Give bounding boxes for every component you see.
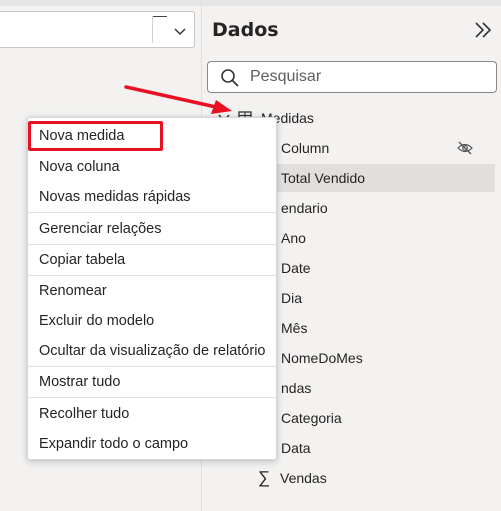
field-label: Data [281,440,311,456]
menu-item-mostrar-tudo[interactable]: Mostrar tudo [28,367,276,397]
menu-item-nova-medida[interactable]: Nova medida [28,121,276,151]
menu-item-ocultar-visualizacao[interactable]: Ocultar da visualização de relatório [28,336,276,366]
field-label: Column [281,140,330,156]
sigma-icon: ∑ [258,468,271,487]
left-top-strip [0,0,201,6]
menu-separator [28,397,276,398]
chevron-down-icon[interactable] [171,22,189,40]
field-label: endario [281,200,328,216]
search-placeholder: Pesquisar [250,68,322,85]
dropdown-bar [153,16,167,17]
dropdown-separator [152,16,153,43]
field-label: Categoria [281,410,342,426]
field-label: Mês [281,320,308,336]
collapse-pane-icon[interactable] [472,20,494,40]
measure-row[interactable]: ∑ Vendas [202,464,501,492]
search-icon [221,69,239,87]
search-input[interactable]: Pesquisar [207,61,497,93]
field-label: NomeDoMes [281,350,363,366]
eye-off-icon [457,141,473,155]
field-label: Ano [281,230,306,246]
context-menu: Nova medida Nova coluna Novas medidas rá… [27,117,277,460]
field-label: Total Vendido [281,170,366,186]
menu-item-copiar-tabela[interactable]: Copiar tabela [28,245,276,275]
left-dropdown[interactable] [0,11,195,48]
menu-separator [28,212,276,213]
menu-item-recolher-tudo[interactable]: Recolher tudo [28,399,276,429]
menu-item-expandir-todo-campo[interactable]: Expandir todo o campo [28,429,276,459]
menu-item-novas-medidas-rapidas[interactable]: Novas medidas rápidas [28,182,276,212]
field-label: Dia [281,290,303,306]
right-top-strip [202,0,501,6]
field-label: Date [281,260,311,276]
menu-item-nova-coluna[interactable]: Nova coluna [28,152,276,182]
panel-title: Dados [212,19,279,41]
menu-item-gerenciar-relacoes[interactable]: Gerenciar relações [28,214,276,244]
field-label: Vendas [280,470,327,486]
field-label: ndas [281,380,312,396]
menu-item-excluir-do-modelo[interactable]: Excluir do modelo [28,306,276,336]
menu-item-renomear[interactable]: Renomear [28,276,276,306]
